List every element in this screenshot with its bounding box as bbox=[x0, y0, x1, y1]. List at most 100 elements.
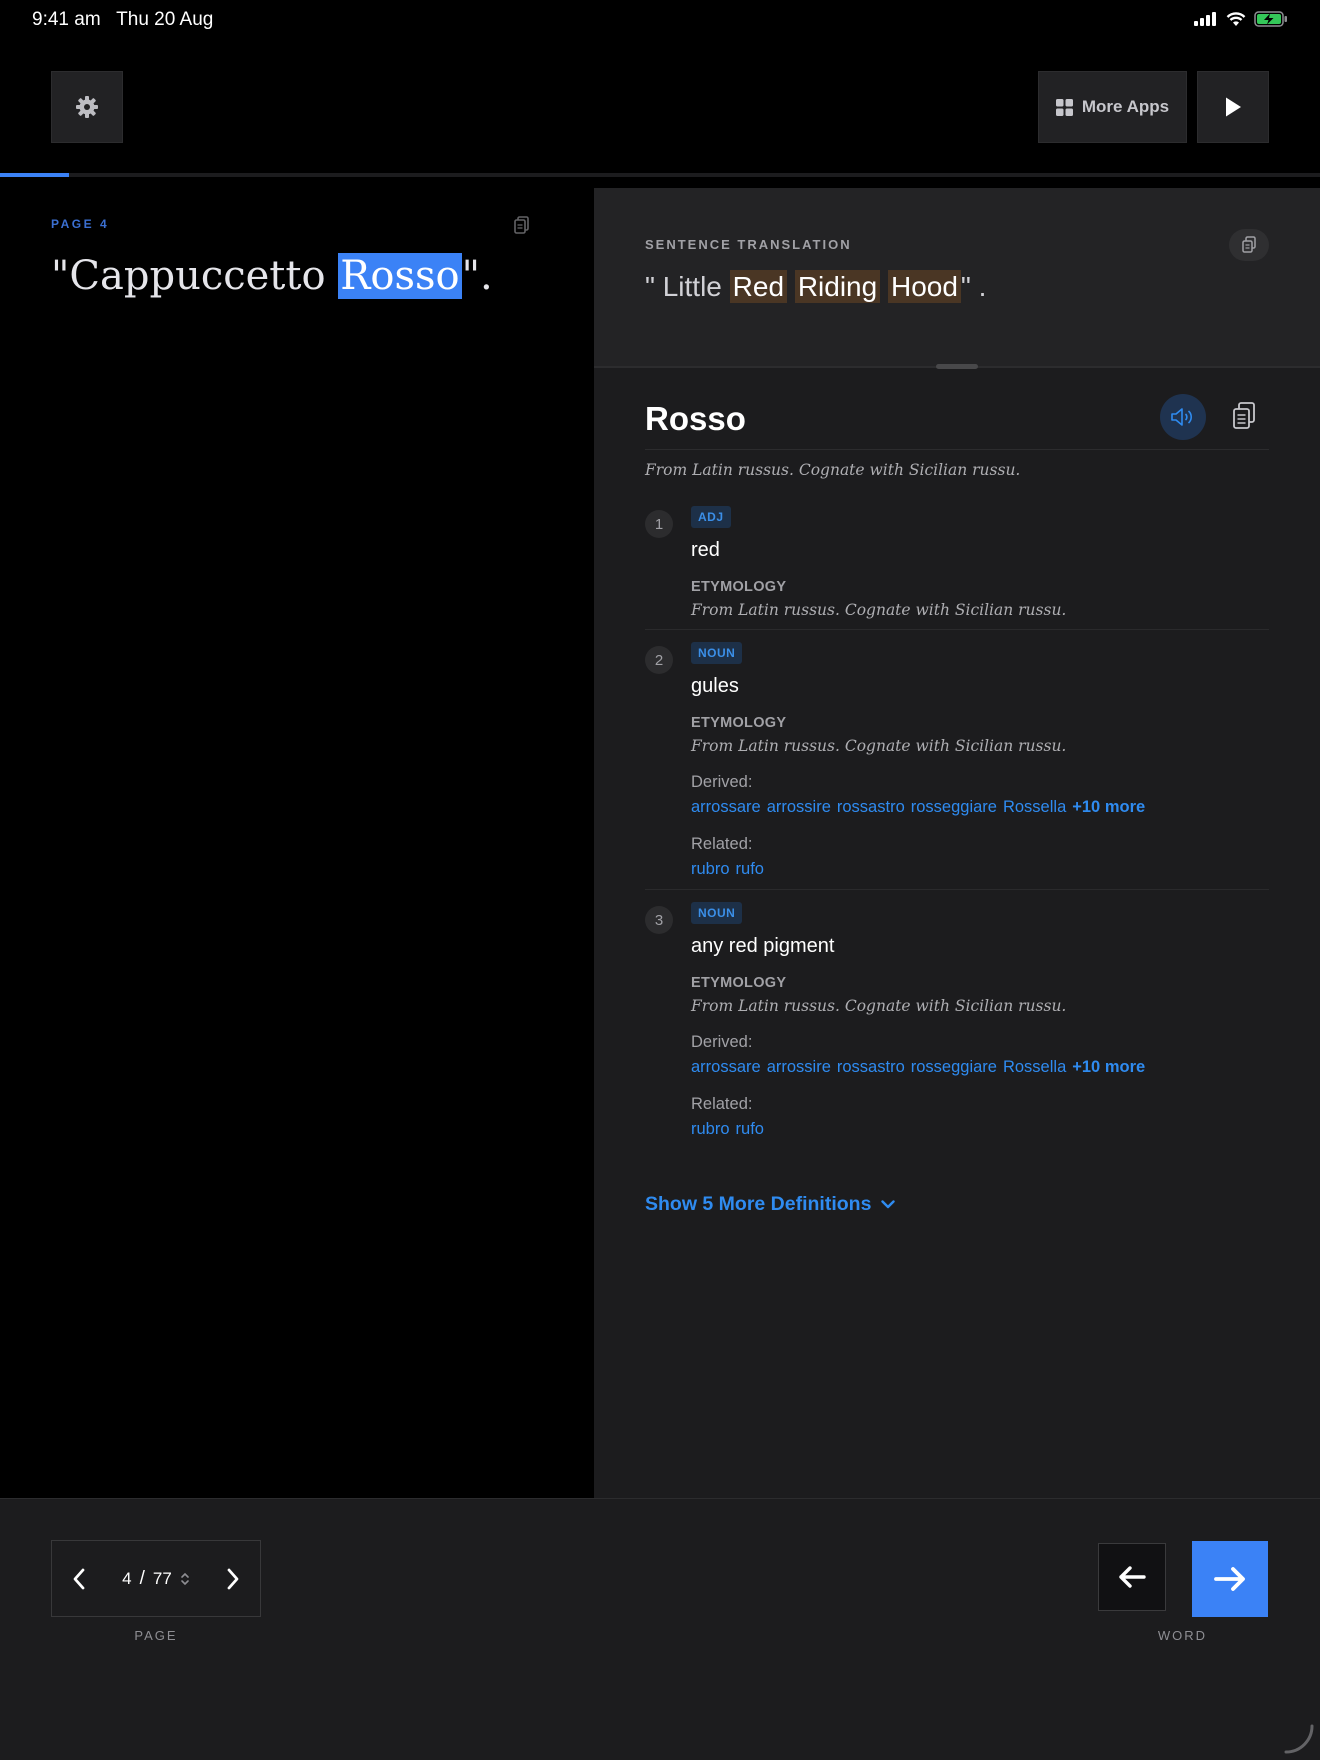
translation-word-red: Red bbox=[729, 270, 788, 303]
play-button[interactable] bbox=[1197, 71, 1269, 143]
definition-meaning: red bbox=[691, 539, 720, 561]
etymology-heading: ETYMOLOGY bbox=[691, 975, 787, 991]
status-date: Thu 20 Aug bbox=[116, 9, 214, 30]
resize-handle[interactable] bbox=[936, 364, 978, 369]
status-bar: 9:41 am Thu 20 Aug bbox=[0, 0, 1320, 40]
derived-heading: Derived: bbox=[691, 773, 753, 791]
derived-heading: Derived: bbox=[691, 1033, 753, 1051]
derived-link[interactable]: Rossella bbox=[1003, 798, 1066, 817]
derived-link[interactable]: rosseggiare bbox=[911, 798, 997, 817]
previous-page-button[interactable] bbox=[52, 1540, 106, 1617]
part-of-speech-badge: ADJ bbox=[691, 506, 731, 528]
copy-word-icon[interactable] bbox=[1231, 401, 1257, 431]
more-apps-label: More Apps bbox=[1081, 97, 1170, 116]
chevron-left-icon bbox=[73, 1568, 85, 1589]
grid-icon bbox=[1055, 98, 1073, 116]
derived-links: arrossare arrossire rossastro rosseggiar… bbox=[691, 1058, 1269, 1077]
etymology-heading: ETYMOLOGY bbox=[691, 579, 787, 595]
derived-link[interactable]: arrossare bbox=[691, 1058, 761, 1077]
translation-word-hood: Hood bbox=[887, 270, 961, 303]
translation-section: SENTENCE TRANSLATION " Little Red Riding… bbox=[594, 188, 1320, 366]
arrow-left-icon bbox=[1119, 1566, 1146, 1588]
reading-progress-bar bbox=[0, 173, 1320, 177]
page-selector[interactable]: 4 / 77 bbox=[106, 1568, 206, 1590]
page-navigator: 4 / 77 bbox=[51, 1540, 261, 1617]
etymology-text: From Latin russus. Cognate with Sicilian… bbox=[691, 737, 1067, 755]
word-caption: WORD bbox=[1157, 1628, 1208, 1643]
bottom-bar: 4 / 77 PAGE WORD bbox=[0, 1498, 1320, 1760]
related-heading: Related: bbox=[691, 1095, 753, 1113]
derived-link[interactable]: Rossella bbox=[1003, 1058, 1066, 1077]
dictionary-panel: SENTENCE TRANSLATION " Little Red Riding… bbox=[594, 188, 1320, 1498]
translation-text: " Little Red Riding Hood " . bbox=[645, 270, 987, 303]
translation-close-quote: " . bbox=[960, 271, 987, 302]
show-more-label: Show 5 More Definitions bbox=[645, 1193, 872, 1215]
battery-charging-icon bbox=[1254, 11, 1287, 27]
page-label: PAGE 4 bbox=[51, 217, 110, 231]
related-link[interactable]: rufo bbox=[736, 860, 764, 879]
related-link[interactable]: rubro bbox=[691, 1120, 730, 1139]
more-apps-button[interactable]: More Apps bbox=[1038, 71, 1187, 143]
app-root: 9:41 am Thu 20 Aug More Apps PAGE 4 "Cap… bbox=[0, 0, 1320, 1760]
source-sentence: "Cappuccetto Rosso". bbox=[51, 253, 493, 299]
title-divider bbox=[645, 449, 1269, 450]
settings-button[interactable] bbox=[51, 71, 123, 143]
derived-more-link[interactable]: +10 more bbox=[1072, 1058, 1145, 1077]
derived-link[interactable]: arrossire bbox=[767, 1058, 831, 1077]
sentence-text-end[interactable]: ". bbox=[462, 253, 493, 299]
total-pages: 77 bbox=[152, 1568, 172, 1588]
derived-link[interactable]: rossastro bbox=[837, 1058, 905, 1077]
status-icons bbox=[1194, 11, 1288, 27]
derived-link[interactable]: rossastro bbox=[837, 798, 905, 817]
play-icon bbox=[1226, 97, 1241, 117]
speaker-icon bbox=[1171, 408, 1193, 426]
derived-more-link[interactable]: +10 more bbox=[1072, 798, 1145, 817]
definition-number: 3 bbox=[645, 906, 673, 934]
word-title: Rosso bbox=[645, 400, 746, 437]
selected-word[interactable]: Rosso bbox=[338, 253, 462, 299]
definition-item: 2 NOUN gules ETYMOLOGY From Latin russus… bbox=[645, 642, 1269, 890]
related-link[interactable]: rubro bbox=[691, 860, 730, 879]
part-of-speech-badge: NOUN bbox=[691, 902, 743, 924]
part-of-speech-badge: NOUN bbox=[691, 642, 743, 664]
copy-sentence-icon[interactable] bbox=[512, 215, 532, 235]
translation-open-quote: " bbox=[645, 271, 663, 302]
translation-label: SENTENCE TRANSLATION bbox=[645, 237, 852, 252]
related-links: rubro rufo bbox=[691, 1120, 1269, 1139]
translation-word-riding: Riding bbox=[794, 270, 881, 303]
arrow-right-icon bbox=[1214, 1567, 1245, 1591]
wifi-icon bbox=[1226, 11, 1246, 26]
related-heading: Related: bbox=[691, 835, 753, 853]
sentence-text[interactable]: "Cappuccetto bbox=[51, 253, 338, 299]
show-more-definitions-button[interactable]: Show 5 More Definitions bbox=[645, 1193, 896, 1216]
chevron-up-down-icon bbox=[181, 1572, 189, 1585]
derived-link[interactable]: arrossire bbox=[767, 798, 831, 817]
word-etymology: From Latin russus. Cognate with Sicilian… bbox=[645, 461, 1021, 479]
page-caption: PAGE bbox=[134, 1628, 178, 1643]
copy-icon bbox=[1242, 236, 1256, 253]
cellular-signal-icon bbox=[1194, 12, 1216, 26]
etymology-text: From Latin russus. Cognate with Sicilian… bbox=[691, 997, 1067, 1015]
copy-translation-button[interactable] bbox=[1229, 229, 1269, 261]
derived-link[interactable]: rosseggiare bbox=[911, 1058, 997, 1077]
status-clock: 9:41 am bbox=[32, 9, 101, 30]
etymology-heading: ETYMOLOGY bbox=[691, 715, 787, 731]
definition-item: 3 NOUN any red pigment ETYMOLOGY From La… bbox=[645, 902, 1269, 1149]
pronounce-button[interactable] bbox=[1160, 394, 1206, 440]
definition-number: 1 bbox=[645, 510, 673, 538]
etymology-text: From Latin russus. Cognate with Sicilian… bbox=[691, 601, 1067, 619]
related-links: rubro rufo bbox=[691, 860, 1269, 879]
related-link[interactable]: rufo bbox=[736, 1120, 764, 1139]
next-word-button[interactable] bbox=[1192, 1541, 1268, 1617]
translation-word-little: Little bbox=[662, 271, 722, 302]
definitions-list: 1 ADJ red ETYMOLOGY From Latin russus. C… bbox=[645, 506, 1269, 1161]
next-page-button[interactable] bbox=[206, 1540, 260, 1617]
status-time: 9:41 am Thu 20 Aug bbox=[32, 9, 213, 31]
definition-meaning: gules bbox=[691, 675, 739, 697]
chevron-right-icon bbox=[227, 1568, 239, 1589]
derived-link[interactable]: arrossare bbox=[691, 798, 761, 817]
previous-word-button[interactable] bbox=[1098, 1543, 1166, 1611]
reading-progress-fill bbox=[0, 173, 69, 177]
chevron-down-icon bbox=[881, 1200, 896, 1209]
current-page: 4 bbox=[122, 1568, 132, 1588]
